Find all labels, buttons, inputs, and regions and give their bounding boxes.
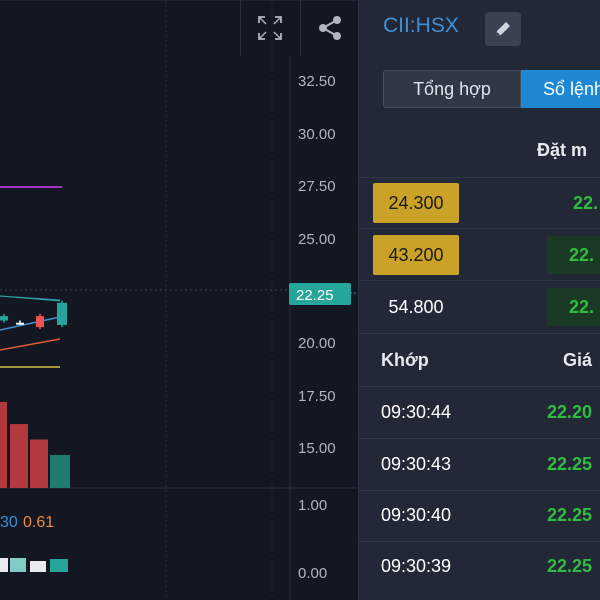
share-icon	[318, 16, 341, 40]
price-tick: 30.00	[298, 126, 336, 143]
trade-time: 09:30:40	[381, 505, 452, 525]
divider	[359, 438, 600, 439]
chart-pane[interactable]: 32.50 30.00 27.50 25.00 20.00 17.50 15.0…	[0, 0, 358, 600]
column-header-order: Đặt m	[537, 140, 588, 160]
price-tick: 20.00	[298, 335, 336, 352]
indicator-tick: 1.00	[298, 497, 327, 514]
trade-price: 22.25	[547, 505, 593, 525]
trades-header-time: Khớp	[381, 350, 429, 370]
edit-symbol-button[interactable]	[485, 12, 521, 46]
bid-price-cell: 22.	[547, 288, 600, 326]
indicator-histogram	[0, 558, 68, 572]
divider	[359, 333, 600, 334]
candle-body	[16, 322, 24, 325]
price-tick: 25.00	[298, 231, 336, 248]
divider	[359, 280, 600, 281]
indicator-bar	[50, 559, 68, 572]
current-price-badge: 22.25	[289, 283, 351, 305]
divider	[359, 228, 600, 229]
fullscreen-button[interactable]	[240, 0, 298, 56]
indicator-bar	[30, 561, 46, 572]
price-chart[interactable]: 32.50 30.00 27.50 25.00 20.00 17.50 15.0…	[0, 0, 358, 600]
current-price-label: 22.25	[296, 287, 334, 304]
indicator-bar	[0, 558, 8, 572]
pencil-icon	[496, 22, 510, 36]
volume-bars-group	[0, 402, 70, 488]
bb-mid-line	[0, 295, 61, 302]
ask-price-cell: 54.800	[388, 296, 444, 317]
trade-time: 09:30:44	[381, 402, 452, 422]
indicator-value-blue: 30	[0, 514, 18, 531]
trading-app: 32.50 30.00 27.50 25.00 20.00 17.50 15.0…	[0, 0, 600, 600]
trade-price: 22.20	[547, 402, 593, 422]
ma-line-red	[0, 338, 61, 351]
divider	[359, 541, 600, 542]
candle-body	[57, 302, 67, 325]
price-tick: 15.00	[298, 440, 336, 457]
share-button[interactable]	[300, 0, 358, 56]
order-book-pane: CII:HSX Tổng hợp Sổ lệnh Đặt m 24.300 22…	[358, 0, 600, 600]
candles-group	[0, 300, 67, 330]
ask-price-cell: 24.300	[373, 183, 459, 223]
bid-price-cell: 22.	[547, 236, 600, 274]
divider	[359, 386, 600, 387]
price-tick: 27.50	[298, 178, 336, 195]
ask-price-cell: 43.200	[373, 235, 459, 275]
bid-price-cell: 22.	[573, 192, 599, 213]
trade-time: 09:30:43	[381, 454, 452, 474]
volume-bar	[50, 454, 70, 488]
indicator-tick: 0.00	[298, 565, 327, 582]
volume-bar	[0, 402, 7, 488]
tab-summary[interactable]: Tổng hợp	[383, 70, 521, 108]
indicator-value-orange: 0.61	[23, 514, 54, 531]
price-axis: 32.50 30.00 27.50 25.00 20.00 17.50 15.0…	[298, 73, 336, 582]
ma-line-blue	[0, 316, 61, 331]
symbol-label[interactable]: CII:HSX	[383, 14, 459, 38]
candle-body	[36, 316, 44, 328]
trade-price: 22.25	[547, 454, 593, 474]
volume-bar	[30, 439, 48, 488]
price-tick: 32.50	[298, 73, 336, 90]
divider	[359, 490, 600, 491]
volume-bar	[10, 424, 28, 488]
candle-body	[0, 316, 8, 321]
indicator-bar	[10, 558, 26, 572]
divider	[359, 177, 600, 178]
price-tick: 17.50	[298, 388, 336, 405]
fullscreen-icon	[257, 16, 282, 40]
tab-order-book[interactable]: Sổ lệnh	[521, 70, 600, 108]
trade-time: 09:30:39	[381, 556, 452, 576]
trade-price: 22.25	[547, 556, 593, 576]
trades-header-price: Giá	[563, 350, 593, 370]
